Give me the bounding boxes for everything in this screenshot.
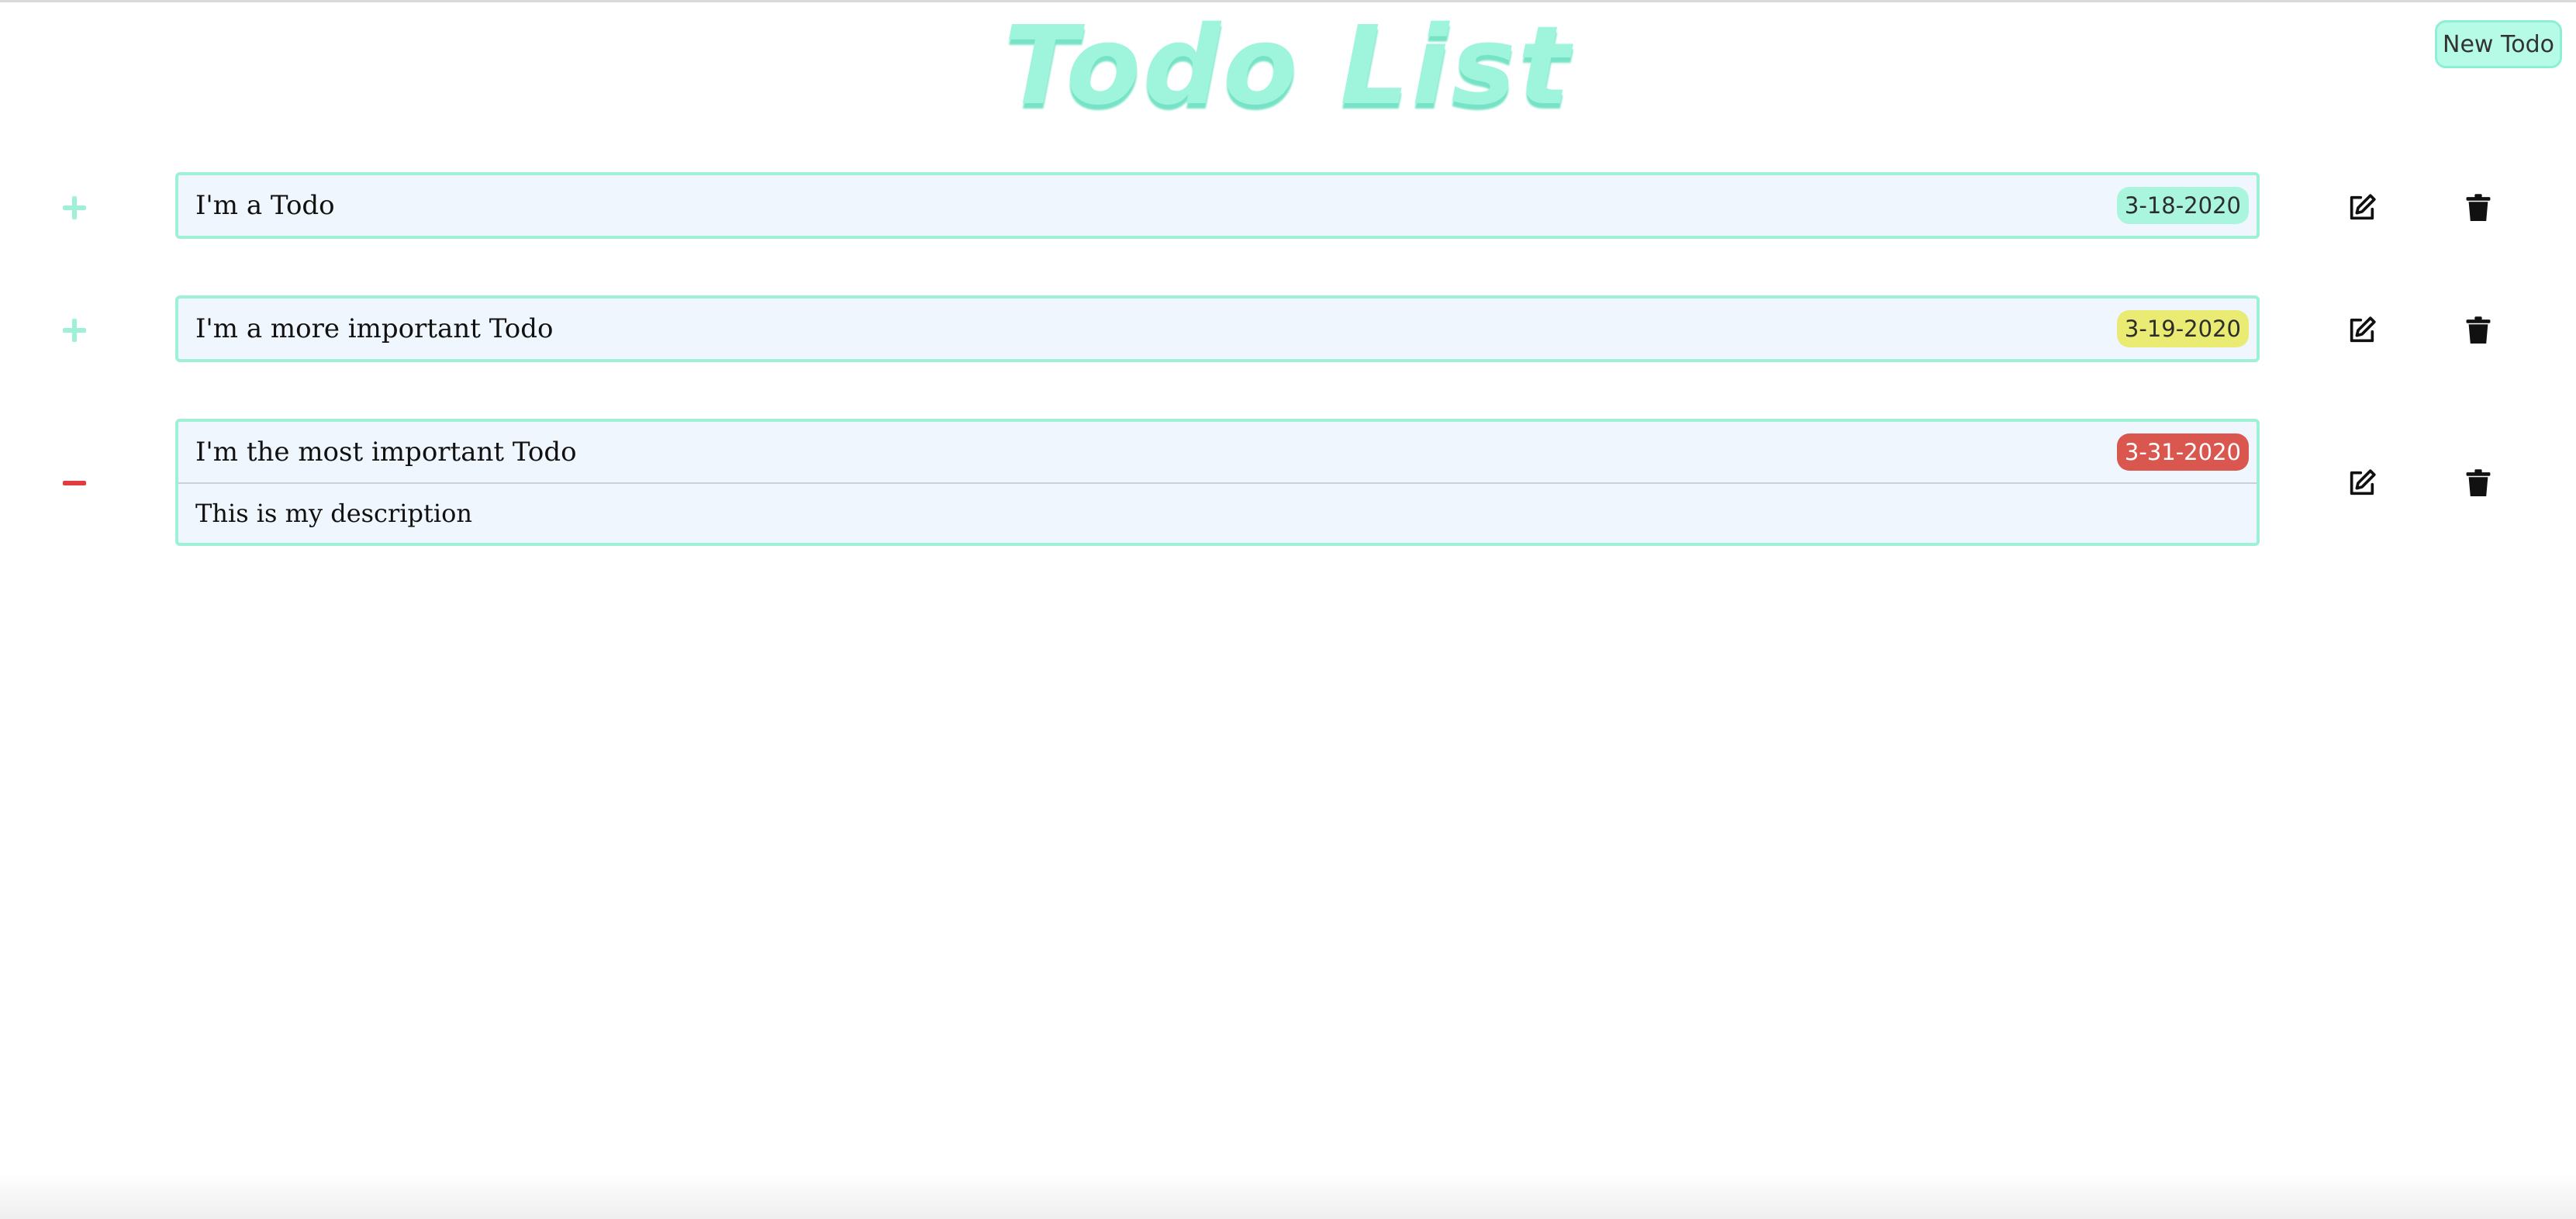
plus-icon[interactable] [51, 307, 98, 354]
todo-header[interactable]: I'm a more important Todo 3-19-2020 [178, 299, 2257, 359]
todo-card[interactable]: I'm a more important Todo 3-19-2020 [175, 295, 2260, 362]
page-title: Todo List [1003, 3, 1573, 129]
minus-icon[interactable] [51, 460, 98, 506]
todo-header[interactable]: I'm the most important Todo 3-31-2020 [178, 422, 2257, 482]
bottom-shadow [0, 1172, 2576, 1219]
trash-icon[interactable] [2455, 307, 2502, 354]
date-badge: 3-31-2020 [2116, 433, 2249, 471]
plus-icon[interactable] [51, 185, 98, 231]
edit-icon[interactable] [2339, 460, 2385, 506]
todo-card[interactable]: I'm a Todo 3-18-2020 [175, 172, 2260, 239]
todo-card[interactable]: I'm the most important Todo 3-31-2020 Th… [175, 419, 2260, 546]
new-todo-button[interactable]: New Todo [2435, 20, 2562, 68]
trash-icon[interactable] [2455, 185, 2502, 231]
todo-header[interactable]: I'm a Todo 3-18-2020 [178, 175, 2257, 236]
todo-description: This is my description [178, 482, 2257, 543]
date-badge: 3-18-2020 [2116, 187, 2249, 224]
todo-title: I'm the most important Todo [195, 437, 577, 468]
edit-icon[interactable] [2339, 307, 2385, 354]
todo-title: I'm a more important Todo [195, 313, 554, 344]
top-border [0, 0, 2576, 2]
trash-icon[interactable] [2455, 460, 2502, 506]
date-badge: 3-19-2020 [2116, 310, 2249, 347]
todo-title: I'm a Todo [195, 190, 335, 221]
edit-icon[interactable] [2339, 185, 2385, 231]
